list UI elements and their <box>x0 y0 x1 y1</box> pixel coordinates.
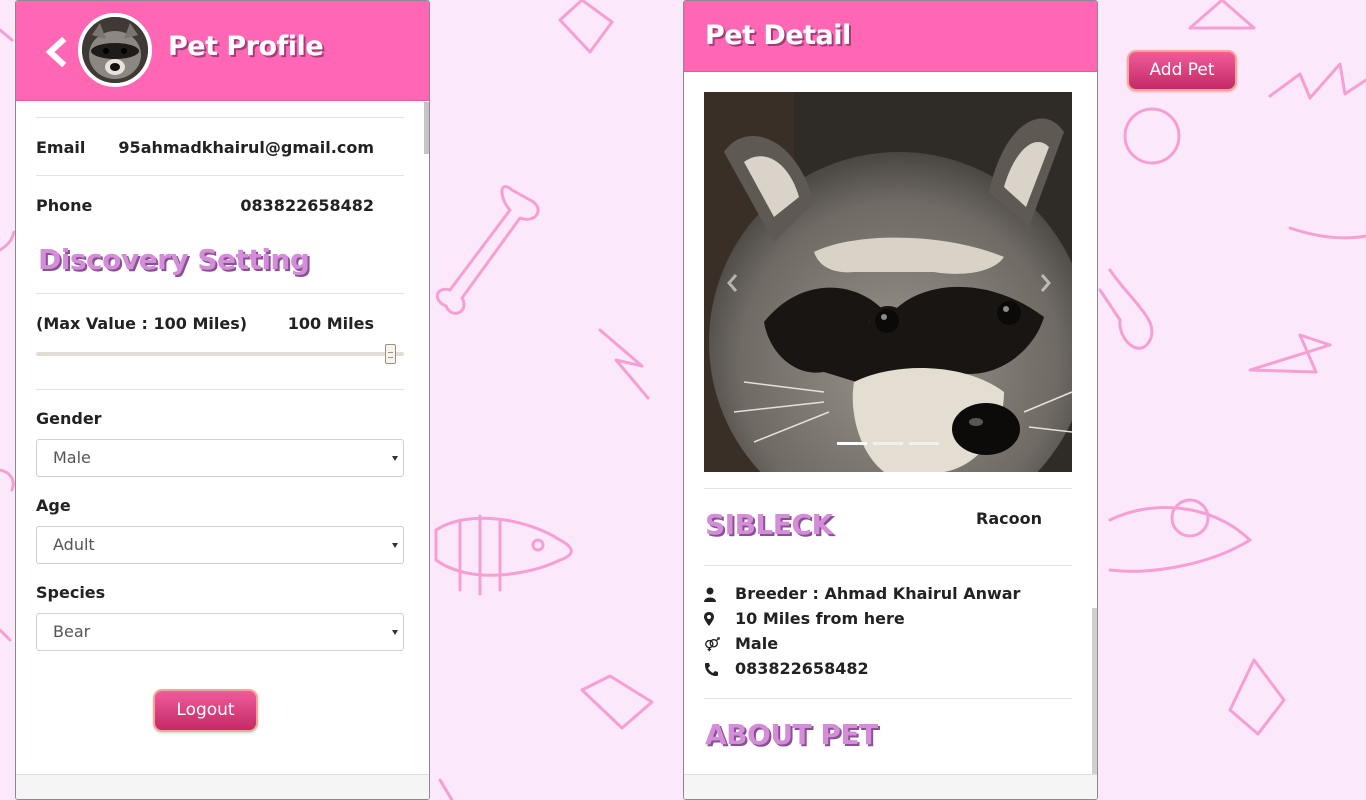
phone-label: Phone <box>36 196 93 215</box>
discovery-setting-heading: Discovery Setting <box>38 243 310 276</box>
max-distance-label: (Max Value : 100 Miles) <box>36 314 248 333</box>
carousel-indicator[interactable] <box>873 442 903 445</box>
gender-select[interactable]: Male <box>36 439 404 477</box>
carousel-indicator[interactable] <box>837 442 867 445</box>
avatar[interactable] <box>78 13 152 87</box>
gender-label: Gender <box>36 409 102 428</box>
gender-icon <box>705 637 720 652</box>
scrollbar[interactable] <box>1091 608 1097 776</box>
caret-down-icon <box>392 630 398 635</box>
species-select[interactable]: Bear <box>36 613 404 651</box>
back-chevron-icon[interactable] <box>44 37 68 67</box>
divider <box>36 293 404 294</box>
pet-name: SIBLECK <box>705 508 833 541</box>
divider <box>36 117 404 118</box>
email-label: Email <box>36 138 86 157</box>
logout-button[interactable]: Logout <box>153 689 258 732</box>
phone-value: 083822658482 <box>240 196 374 215</box>
email-value: 95ahmadkhairul@gmail.com <box>118 138 374 157</box>
phone-text: 083822658482 <box>735 659 869 678</box>
carousel-next-icon[interactable] <box>1038 270 1054 296</box>
raccoon-photo <box>704 92 1072 472</box>
caret-down-icon <box>392 543 398 548</box>
add-pet-button[interactable]: Add Pet <box>1127 50 1237 91</box>
map-marker-icon <box>704 612 714 626</box>
distance-slider[interactable] <box>36 352 404 356</box>
carousel-indicator[interactable] <box>909 442 939 445</box>
raccoon-avatar-image <box>82 17 148 83</box>
pet-profile-panel: Pet Profile Email 95ahmadkhairul@gmail.c… <box>15 0 430 800</box>
max-distance-value: 100 Miles <box>287 314 374 333</box>
pet-type: Racoon <box>976 509 1042 528</box>
age-label: Age <box>36 496 71 515</box>
species-label: Species <box>36 583 106 602</box>
detail-header: Pet Detail <box>684 1 1097 72</box>
pet-photo-carousel[interactable] <box>704 92 1072 472</box>
scrollbar-thumb[interactable] <box>424 102 429 154</box>
distance-text: 10 Miles from here <box>735 609 905 628</box>
panel-footer <box>684 774 1097 799</box>
page-title: Pet Profile <box>168 31 324 62</box>
scrollbar[interactable] <box>423 102 429 158</box>
distance-slider-handle[interactable] <box>385 344 396 364</box>
carousel-prev-icon[interactable] <box>724 270 740 296</box>
page-title: Pet Detail <box>705 20 851 51</box>
age-select[interactable]: Adult <box>36 526 404 564</box>
divider <box>704 698 1072 699</box>
phone-icon <box>705 663 718 676</box>
profile-header: Pet Profile <box>16 1 429 101</box>
about-pet-heading: ABOUT PET <box>705 718 878 751</box>
pet-detail-panel: Pet Detail SIBLECK Racoon Breeder: Ahma… <box>683 0 1098 800</box>
scrollbar-thumb[interactable] <box>1092 608 1097 776</box>
species-select-value: Bear <box>53 622 91 641</box>
divider <box>704 565 1072 566</box>
detail-scroll-area[interactable]: SIBLECK Racoon Breeder : Ahmad Khairul A… <box>684 73 1097 776</box>
divider <box>704 488 1072 489</box>
user-icon <box>704 587 716 602</box>
profile-scroll-area[interactable]: Email 95ahmadkhairul@gmail.com Phone 083… <box>16 102 429 774</box>
panel-footer <box>16 774 429 799</box>
divider <box>36 389 404 390</box>
breeder-text: Breeder : Ahmad Khairul Anwar <box>735 584 1021 603</box>
gender-text: Male <box>735 634 779 653</box>
caret-down-icon <box>392 456 398 461</box>
gender-select-value: Male <box>53 448 91 467</box>
divider <box>36 175 404 176</box>
age-select-value: Adult <box>53 535 95 554</box>
